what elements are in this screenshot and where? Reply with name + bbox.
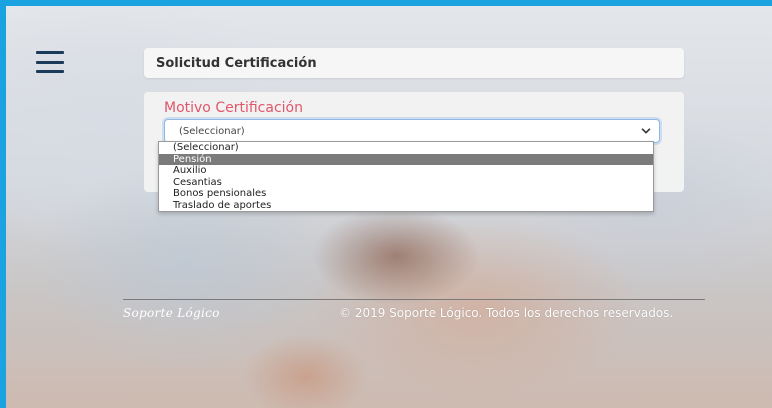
hamburger-menu-icon[interactable] [36, 51, 64, 73]
dropdown-option[interactable]: Traslado de aportes [159, 200, 653, 212]
menu-line [36, 60, 64, 64]
dropdown-option[interactable]: Pensión [159, 153, 653, 165]
motivo-label: Motivo Certificación [164, 100, 303, 116]
footer-logo: Soporte Lógico [123, 306, 220, 320]
dropdown-option[interactable]: Bonos pensionales [159, 188, 653, 200]
page-title: Solicitud Certificación [156, 55, 317, 71]
motivo-dropdown-list: (Seleccionar) Pensión Auxilio Cesantias Bono… [158, 141, 654, 212]
menu-line [36, 51, 64, 54]
dropdown-option[interactable]: Auxilio [159, 165, 653, 177]
dropdown-option[interactable]: (Seleccionar) [159, 142, 653, 154]
select-value: (Seleccionar) [179, 125, 245, 137]
chevron-down-icon [641, 128, 651, 134]
menu-line [36, 70, 64, 73]
footer-copyright: © 2019 Soporte Lógico. Todos los derecho… [339, 306, 674, 320]
page-title-bar: Solicitud Certificación [144, 48, 684, 78]
motivo-select[interactable]: (Seleccionar) [164, 119, 660, 143]
dropdown-option[interactable]: Cesantias [159, 177, 653, 189]
footer-divider [123, 299, 705, 300]
